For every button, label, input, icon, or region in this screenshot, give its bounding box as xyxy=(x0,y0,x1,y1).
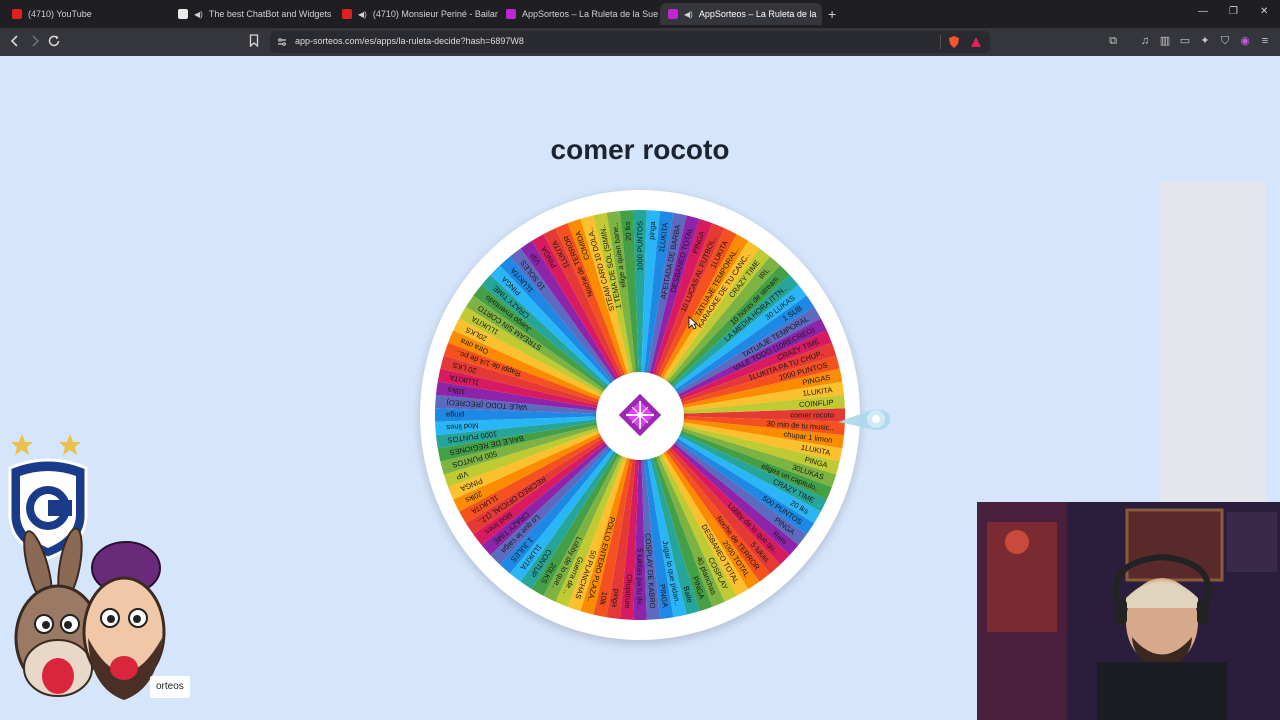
bookmark-icon xyxy=(249,34,259,48)
site-settings-icon[interactable] xyxy=(277,37,287,47)
browser-tab[interactable]: ◀) (4710) Monsieur Periné - Bailar Conti xyxy=(334,3,498,25)
separator xyxy=(940,35,941,49)
wheel-segment-label: 20 lks xyxy=(623,221,633,241)
url-text: app-sorteos.com/es/apps/la-ruleta-decide… xyxy=(295,36,524,46)
brave-shield-icon[interactable] xyxy=(948,35,960,49)
spin-logo-icon[interactable] xyxy=(616,391,664,439)
mouse-cursor-icon xyxy=(688,316,698,330)
speaker-icon: ◀) xyxy=(358,9,367,19)
youtube-favicon-icon xyxy=(12,9,22,19)
browser-toolbar: app-sorteos.com/es/apps/la-ruleta-decide… xyxy=(0,28,1280,56)
leo-ai-icon[interactable]: ✦ xyxy=(1199,35,1211,47)
back-button[interactable] xyxy=(9,34,21,51)
wheel-of-fortune[interactable]: comer rocoto 30 min de tu music.. chupar 1… xyxy=(420,190,860,640)
mascot-label: orteos xyxy=(150,676,190,698)
new-tab-button[interactable]: + xyxy=(828,6,836,22)
menu-icon[interactable]: ≡ xyxy=(1259,35,1271,47)
wheel-pointer-icon xyxy=(838,409,890,430)
media-control-icon[interactable]: ♫ xyxy=(1139,35,1151,47)
reload-icon xyxy=(48,35,60,47)
browser-tab[interactable]: (4710) YouTube xyxy=(4,3,168,25)
screenshot-icon[interactable]: ⧉ xyxy=(1107,35,1119,47)
tab-title: (4710) Monsieur Periné - Bailar Conti xyxy=(372,9,498,19)
appsorteos-favicon-icon xyxy=(506,9,516,19)
appsorteos-favicon-icon xyxy=(668,9,678,19)
close-window-button[interactable]: ✕ xyxy=(1260,6,1268,17)
tab-title: AppSorteos – La Ruleta de la xyxy=(698,9,817,19)
arrow-left-icon xyxy=(10,35,18,47)
browser-tab[interactable]: ◀) The best ChatBot and Widgets fo xyxy=(170,3,334,25)
browser-tab-strip: (4710) YouTube ◀) The best ChatBot and W… xyxy=(0,0,1280,28)
streamer-webcam-feed xyxy=(977,502,1280,720)
result-title: comer rocoto xyxy=(550,134,730,165)
browser-tab-active[interactable]: ◀) AppSorteos – La Ruleta de la ✕ xyxy=(660,3,822,25)
wheel-segment-label: pinga xyxy=(445,411,464,420)
browser-tab[interactable]: AppSorteos – La Ruleta de la Suerte xyxy=(498,3,658,25)
vpn-shield-icon[interactable]: ⛉ xyxy=(1219,35,1231,47)
wheel-segment-label: 5 lukitas pa tu de.. xyxy=(636,548,645,609)
brave-rewards-icon[interactable] xyxy=(970,36,982,48)
tab-title: The best ChatBot and Widgets fo xyxy=(208,9,334,19)
wallet-icon[interactable]: ▭ xyxy=(1179,35,1191,47)
chatbot-favicon-icon xyxy=(178,9,188,19)
donkey-mascot-avatar xyxy=(14,528,166,700)
wheel-segment-label: comer rocoto xyxy=(790,411,834,420)
maximize-button[interactable]: ❐ xyxy=(1229,6,1238,17)
address-bar[interactable]: app-sorteos.com/es/apps/la-ruleta-decide… xyxy=(270,31,990,53)
extension-icon[interactable]: ◉ xyxy=(1239,35,1251,47)
speaker-icon: ◀) xyxy=(194,9,203,19)
ad-placeholder xyxy=(1160,182,1266,502)
youtube-favicon-icon xyxy=(342,9,352,19)
forward-button[interactable] xyxy=(29,34,41,51)
wheel-segment-label: pinga xyxy=(647,220,657,240)
reload-button[interactable] xyxy=(48,34,61,51)
tab-title: AppSorteos – La Ruleta de la Suerte xyxy=(522,9,658,19)
webcam-overlay xyxy=(977,502,1280,720)
sidebar-icon[interactable]: ▥ xyxy=(1159,35,1171,47)
minimize-button[interactable]: — xyxy=(1198,6,1208,17)
bookmark-button[interactable] xyxy=(249,34,259,50)
wheel-segment-label: 1000 PUNTOS xyxy=(636,221,645,271)
speaker-icon: ◀) xyxy=(684,9,693,19)
tab-title: (4710) YouTube xyxy=(28,9,92,19)
arrow-right-icon xyxy=(32,35,40,47)
